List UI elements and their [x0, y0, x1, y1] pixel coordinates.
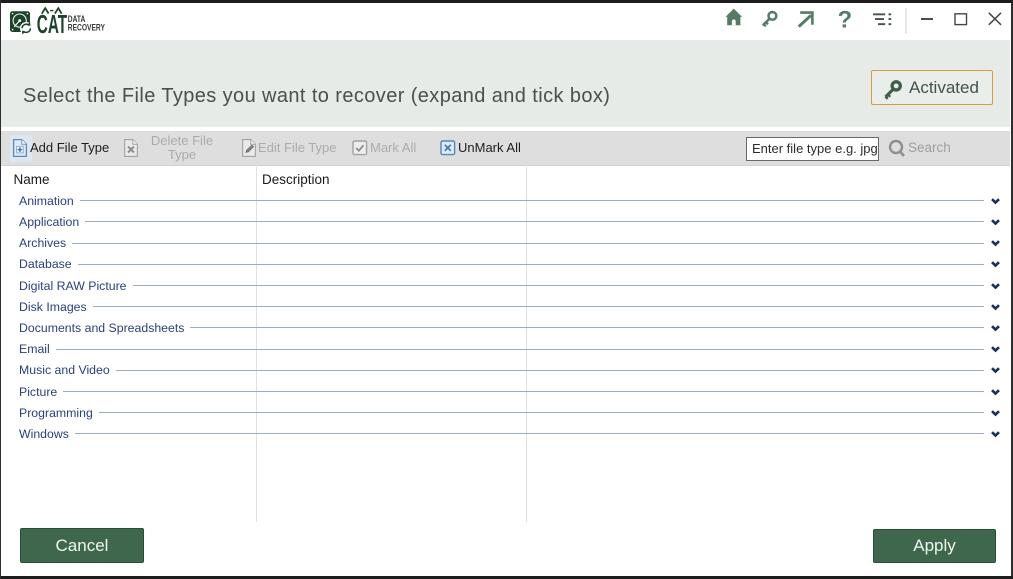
svg-text:?: ? — [838, 7, 853, 34]
svg-text:CAT: CAT — [37, 11, 67, 39]
svg-text:RECOVERY: RECOVERY — [68, 23, 106, 33]
